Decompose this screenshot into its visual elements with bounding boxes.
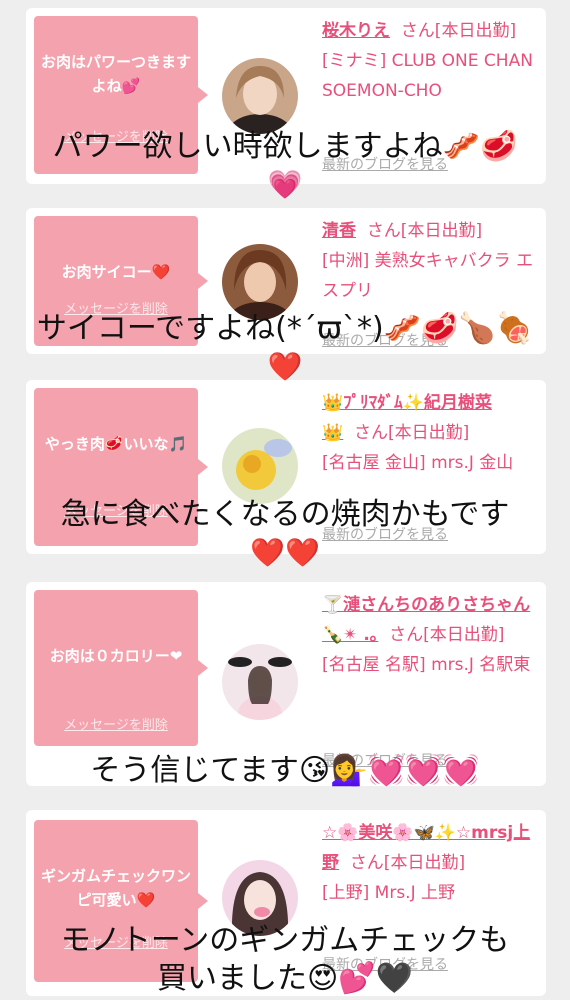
- attendance-status: さん[本日出勤]: [353, 423, 470, 443]
- overlay-caption-line2: ❤️❤️: [250, 536, 320, 569]
- overlay-caption-line2: 💗: [267, 168, 303, 201]
- message-text: お肉サイコー❤️: [61, 263, 171, 281]
- message-text: やっき肉🥩いいな🎵: [44, 435, 188, 453]
- attendance-status: さん[本日出勤]: [366, 221, 483, 241]
- overlay-caption: そう信じてます😘💁‍♀️💓💓💓: [0, 752, 570, 790]
- shop-name: [上野] Mrs.J 上野: [322, 883, 456, 903]
- shop-name: [中洲] 美熟女キャバクラ エスプリ: [322, 251, 534, 301]
- overlay-caption-line1: サイコーですよね(*´ϖ`*)🥓🥩🍗🍖: [36, 311, 534, 346]
- overlay-caption-line1: 急に食べたくなるの焼肉かもです: [60, 497, 510, 532]
- girl-name-link[interactable]: 清香: [322, 221, 356, 241]
- avatar-image: [222, 58, 298, 134]
- message-text: ギンガムチェックワンピ可愛い❤️: [40, 867, 191, 909]
- message-text: お肉はパワーつきますよね💕: [40, 53, 191, 95]
- shop-name: [ミナミ] CLUB ONE CHAN SOEMON-CHO: [322, 51, 533, 101]
- avatar[interactable]: [222, 244, 298, 320]
- overlay-caption-line2: ❤️: [267, 350, 303, 383]
- attendance-status: さん[本日出勤]: [400, 21, 517, 41]
- girl-info: ☆🌸美咲🌸🦋✨☆mrsj上野 さん[本日出勤] [上野] Mrs.J 上野: [322, 818, 540, 908]
- girl-info: 清香 さん[本日出勤] [中洲] 美熟女キャバクラ エスプリ: [322, 216, 540, 306]
- overlay-caption: 急に食べたくなるの焼肉かもです ❤️❤️: [0, 496, 570, 572]
- message-text: お肉は０カロリー❤︎: [49, 647, 183, 665]
- attendance-status: さん[本日出勤]: [389, 625, 505, 645]
- delete-message-link[interactable]: メッセージを削除: [34, 714, 198, 738]
- overlay-caption-line1: そう信じてます😘💁‍♀️💓💓💓: [90, 753, 480, 788]
- overlay-caption: パワー欲しい時欲しますよね🥓🥩 💗: [0, 128, 570, 204]
- girl-info: 🍸漣さんちのありさちゃん🍾✴︎ .｡ さん[本日出勤] [名古屋 名駅] mrs…: [322, 590, 540, 680]
- overlay-caption: サイコーですよね(*´ϖ`*)🥓🥩🍗🍖 ❤️: [0, 310, 570, 386]
- avatar[interactable]: [222, 644, 298, 720]
- overlay-caption: モノトーンのギンガムチェックも 買いました😍💕🖤: [0, 922, 570, 998]
- avatar[interactable]: [222, 58, 298, 134]
- overlay-caption-line1: モノトーンのギンガムチェックも: [60, 923, 510, 958]
- overlay-caption-line1: パワー欲しい時欲しますよね🥓🥩: [52, 129, 518, 164]
- avatar-image: [222, 244, 298, 320]
- message-bubble: お肉は０カロリー❤︎ メッセージを削除: [34, 590, 208, 746]
- girl-info: 桜木りえ さん[本日出勤] [ミナミ] CLUB ONE CHAN SOEMON…: [322, 16, 540, 106]
- avatar-image: [222, 428, 298, 504]
- overlay-caption-line2: 買いました😍💕🖤: [157, 961, 413, 996]
- avatar-image: [222, 644, 298, 720]
- avatar[interactable]: [222, 428, 298, 504]
- shop-name: [名古屋 金山] mrs.J 金山: [322, 453, 514, 473]
- shop-name: [名古屋 名駅] mrs.J 名駅東: [322, 655, 531, 675]
- girl-info: 👑ﾌﾟﾘﾏﾀﾞﾑ✨紀月樹菜👑 さん[本日出勤] [名古屋 金山] mrs.J 金…: [322, 388, 540, 478]
- girl-name-link[interactable]: 桜木りえ: [322, 21, 390, 41]
- attendance-status: さん[本日出勤]: [349, 853, 466, 873]
